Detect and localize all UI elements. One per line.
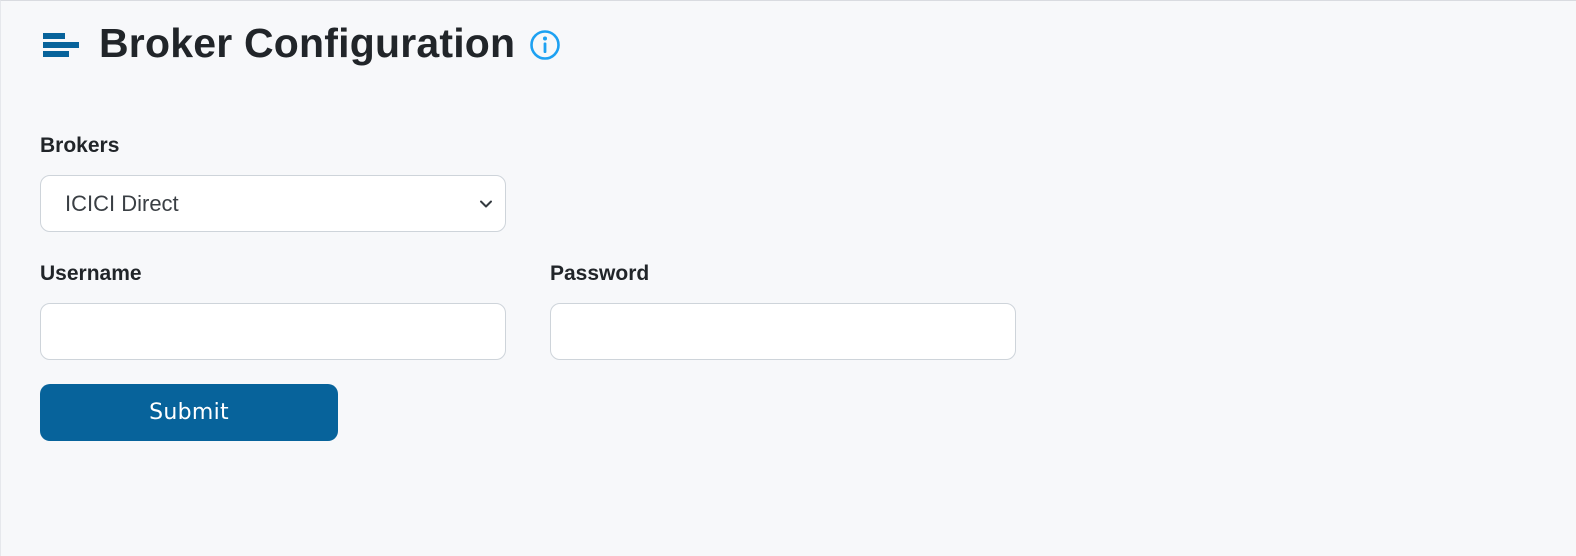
username-input[interactable] (40, 303, 506, 360)
username-label: Username (40, 262, 142, 285)
page-header: Broker Configuration (43, 17, 561, 69)
page-title: Broker Configuration (99, 20, 516, 66)
menu-bars-icon[interactable] (43, 28, 81, 62)
brokers-selected-value: ICICI Direct (65, 190, 179, 216)
brokers-label: Brokers (40, 134, 120, 157)
password-input[interactable] (550, 303, 1016, 360)
submit-button[interactable]: Submit (40, 384, 338, 441)
broker-configuration-page: Broker Configuration Brokers ICICI Direc… (0, 0, 1576, 556)
menu-bar (43, 51, 69, 57)
brokers-select[interactable]: ICICI Direct (40, 175, 506, 232)
chevron-down-icon (480, 200, 492, 207)
menu-bar (43, 33, 65, 39)
info-circle-icon[interactable] (529, 29, 561, 61)
password-label: Password (550, 262, 650, 285)
menu-bar (43, 42, 79, 48)
